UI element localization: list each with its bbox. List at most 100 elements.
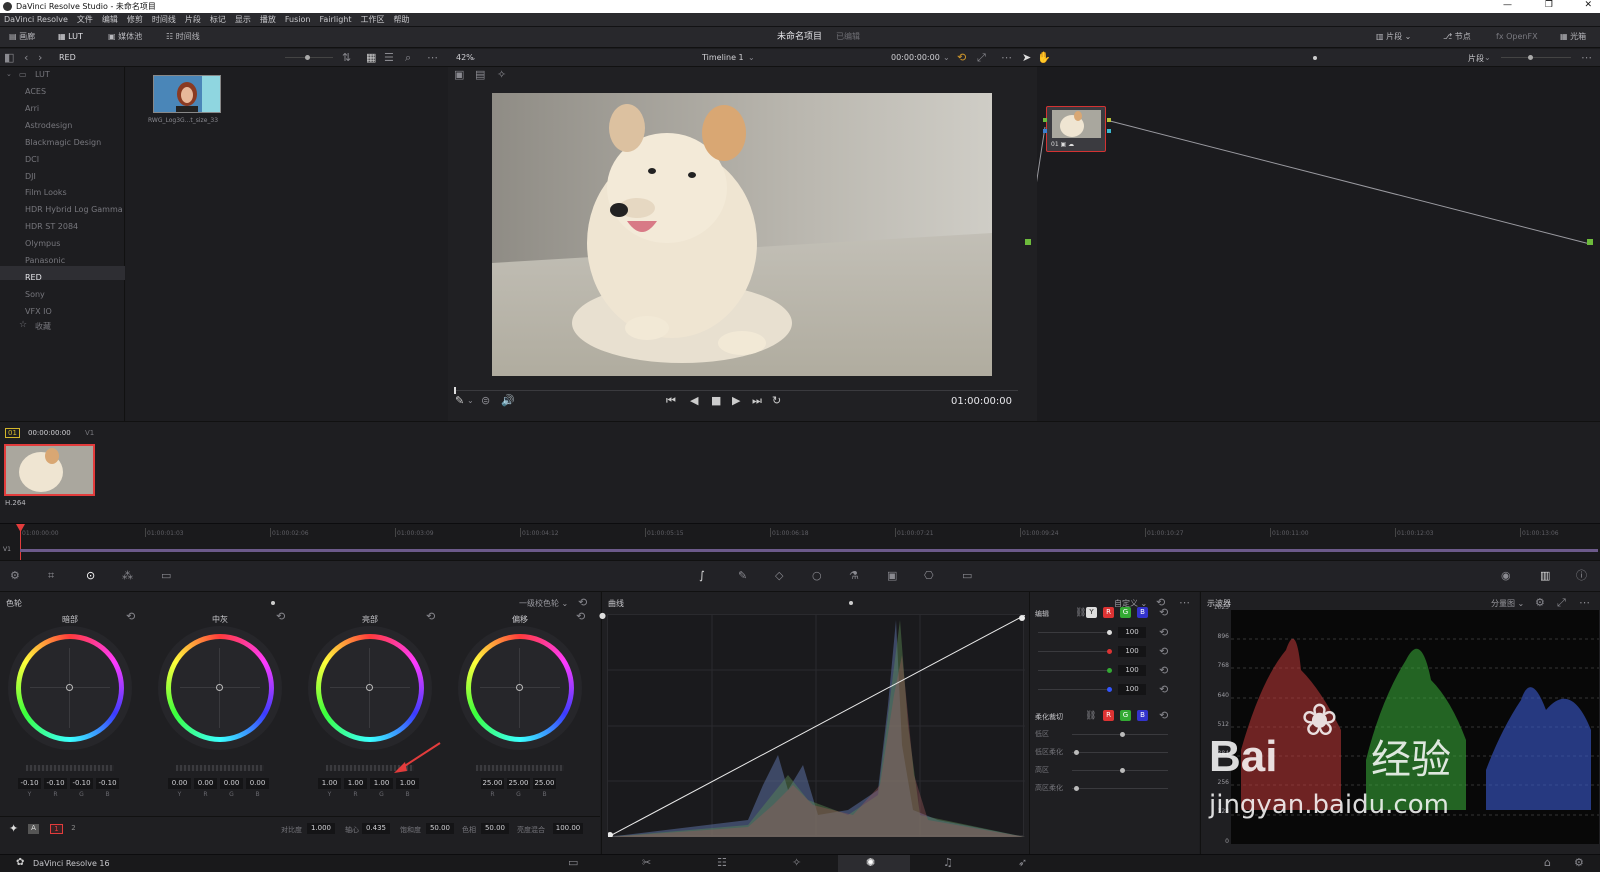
channel-y-toggle[interactable]: Y bbox=[1086, 607, 1097, 618]
thumbnail-size-slider[interactable] bbox=[285, 55, 333, 60]
jump-start-icon[interactable]: ⏮ bbox=[666, 394, 676, 408]
loop-icon[interactable]: ⟲ bbox=[957, 51, 966, 65]
color-wheels-icon[interactable]: ⊙ bbox=[86, 569, 95, 583]
close-icon[interactable]: ✕ bbox=[1584, 0, 1592, 10]
highlight-icon[interactable]: ✧ bbox=[497, 68, 506, 82]
wheel-value-input[interactable]: 0.00 bbox=[246, 778, 269, 789]
intensity-slider[interactable] bbox=[1038, 651, 1108, 652]
jump-end-icon[interactable]: ⏭ bbox=[752, 394, 762, 408]
lut-folder-item[interactable]: HDR ST 2084 bbox=[25, 221, 78, 233]
lum-mix-input[interactable]: 100.00 bbox=[553, 823, 583, 834]
wheel-value-input[interactable]: 1.00 bbox=[370, 778, 393, 789]
intensity-handle[interactable] bbox=[1107, 668, 1112, 673]
wheel-value-input[interactable]: 25.00 bbox=[507, 778, 530, 789]
soft-clip-link-icon[interactable]: ⛓ bbox=[1085, 709, 1096, 723]
hue-input[interactable]: 50.00 bbox=[481, 823, 509, 834]
menu-item-3[interactable]: 修剪 bbox=[127, 13, 143, 27]
wheel-value-input[interactable]: 25.00 bbox=[481, 778, 504, 789]
lut-folder-item[interactable]: DJI bbox=[25, 171, 36, 183]
3d-icon[interactable]: ◉ bbox=[1501, 569, 1511, 583]
scope-mode-select[interactable]: 分量图 ⌄ bbox=[1491, 598, 1524, 609]
scope-more-icon[interactable]: ⋯ bbox=[1579, 596, 1590, 610]
color-wheel[interactable] bbox=[458, 626, 582, 750]
soft-clip-handle[interactable] bbox=[1120, 732, 1125, 737]
stop-icon[interactable]: ■ bbox=[711, 394, 721, 408]
curve-start-point[interactable]: ● bbox=[599, 609, 606, 623]
wheel-reset-icon[interactable]: ⟲ bbox=[576, 610, 585, 624]
lut-folder-item[interactable]: Sony bbox=[25, 289, 45, 301]
key-icon[interactable]: ⎔ bbox=[924, 569, 934, 583]
intensity-input[interactable]: 100 bbox=[1118, 665, 1146, 676]
channel-b-toggle[interactable]: B bbox=[1137, 607, 1148, 618]
color-node-01[interactable]: 01 ▣ ☁ bbox=[1043, 106, 1111, 152]
settings-icon[interactable]: ⚙ bbox=[1574, 856, 1584, 870]
volume-icon[interactable]: 🔊 bbox=[501, 394, 515, 408]
more-options-icon[interactable]: ⋯ bbox=[427, 51, 438, 65]
intensity-slider[interactable] bbox=[1038, 670, 1108, 671]
clip-thumbnail[interactable] bbox=[4, 444, 95, 496]
menu-item-8[interactable]: 播放 bbox=[260, 13, 276, 27]
intensity-input[interactable]: 100 bbox=[1118, 646, 1146, 657]
soft-clip-reset-icon[interactable]: ⟲ bbox=[1159, 709, 1168, 723]
intensity-slider[interactable] bbox=[1038, 689, 1108, 690]
page-deliver-icon[interactable]: ➶ bbox=[1018, 856, 1027, 870]
timecode-chevron-down-icon[interactable]: ⌄ bbox=[943, 51, 950, 65]
master-wheel-slider[interactable] bbox=[176, 765, 264, 771]
loop-playback-icon[interactable]: ↻ bbox=[772, 394, 781, 408]
soft-b-toggle[interactable]: B bbox=[1137, 710, 1148, 721]
intensity-slider[interactable] bbox=[1038, 632, 1108, 633]
forward-icon[interactable]: › bbox=[38, 51, 42, 65]
eyedropper-chevron-icon[interactable]: ⌄ bbox=[467, 394, 474, 408]
menu-item-4[interactable]: 时间线 bbox=[152, 13, 176, 27]
intensity-input[interactable]: 100 bbox=[1118, 684, 1146, 695]
wheel-reset-icon[interactable]: ⟲ bbox=[126, 610, 135, 624]
lut-folder-item[interactable]: RED bbox=[25, 272, 42, 284]
scopes-icon[interactable]: ▥ bbox=[1540, 569, 1550, 583]
intensity-reset-icon[interactable]: ⟲ bbox=[1159, 683, 1168, 697]
soft-clip-slider[interactable] bbox=[1072, 788, 1168, 789]
wheel-value-input[interactable]: 1.00 bbox=[396, 778, 419, 789]
output-connector[interactable] bbox=[1587, 239, 1593, 245]
pivot-input[interactable]: 0.435 bbox=[362, 823, 390, 834]
blur-icon[interactable]: ▣ bbox=[887, 569, 897, 583]
contrast-input[interactable]: 1.000 bbox=[307, 823, 335, 834]
sidebar-toggle-icon[interactable]: ◧ bbox=[4, 51, 14, 65]
node-output-green[interactable] bbox=[1107, 118, 1111, 122]
mini-timeline[interactable]: 01:00:00:00 01:00:01:03 01:00:02:06 01:00:0… bbox=[0, 523, 1600, 560]
scrubber-playhead[interactable] bbox=[454, 387, 456, 394]
page-fusion-icon[interactable]: ✧ bbox=[792, 856, 801, 870]
chevron-down-icon[interactable]: ⌄ bbox=[6, 70, 12, 78]
lut-thumbnail[interactable] bbox=[153, 75, 221, 113]
wipe-icon[interactable]: ▤ bbox=[475, 68, 485, 82]
scope-expand-icon[interactable]: ⤢ bbox=[1557, 596, 1566, 610]
soft-g-toggle[interactable]: G bbox=[1120, 710, 1131, 721]
page-media-icon[interactable]: ▭ bbox=[568, 856, 578, 870]
timeline-clip-bar[interactable] bbox=[20, 549, 1598, 552]
node-zoom-slider[interactable] bbox=[1501, 55, 1571, 60]
viewer-more-icon[interactable]: ⋯ bbox=[1001, 51, 1012, 65]
wheel-reset-icon[interactable]: ⟲ bbox=[276, 610, 285, 624]
menu-item-12[interactable]: 帮助 bbox=[394, 13, 410, 27]
lut-folder-item[interactable]: Astrodesign bbox=[25, 120, 72, 132]
menu-item-7[interactable]: 显示 bbox=[235, 13, 251, 27]
wheels-reset-icon[interactable]: ⟲ bbox=[578, 596, 587, 610]
timeline-chevron-down-icon[interactable]: ⌄ bbox=[748, 51, 755, 65]
page-cut-icon[interactable]: ✂ bbox=[642, 856, 651, 870]
menu-item-2[interactable]: 编辑 bbox=[102, 13, 118, 27]
node-output-blue[interactable] bbox=[1107, 129, 1111, 133]
lut-folder-item[interactable]: Arri bbox=[25, 103, 39, 115]
rgb-mixer-icon[interactable]: ⁂ bbox=[122, 569, 133, 583]
sizing-icon[interactable]: ▭ bbox=[962, 569, 972, 583]
color-wheel[interactable] bbox=[308, 626, 432, 750]
node-clip-mode[interactable]: 片段 bbox=[1468, 53, 1484, 64]
wheel-value-input[interactable]: 0.00 bbox=[194, 778, 217, 789]
wheel-value-input[interactable]: -0.10 bbox=[96, 778, 119, 789]
menu-item-9[interactable]: Fusion bbox=[285, 13, 311, 27]
scrubber-bar[interactable] bbox=[454, 387, 1018, 394]
page-edit-icon[interactable]: ☷ bbox=[717, 856, 727, 870]
media-pool-button[interactable]: ▣ 媒体池 bbox=[108, 31, 142, 43]
node-more-icon[interactable]: ⋯ bbox=[1581, 51, 1592, 65]
pointer-tool-icon[interactable]: ➤ bbox=[1022, 51, 1031, 65]
curves-icon[interactable]: ∫ bbox=[699, 569, 705, 583]
lut-folder-item[interactable]: HDR Hybrid Log Gamma bbox=[25, 204, 123, 216]
